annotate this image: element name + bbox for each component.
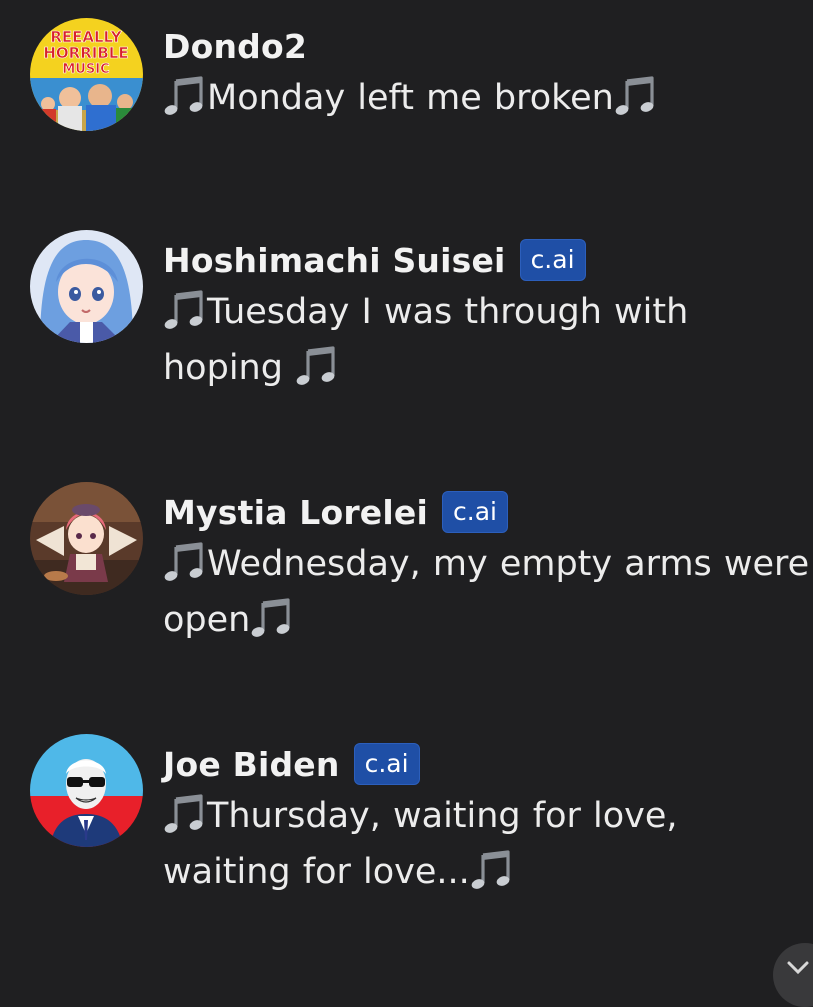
message-text-content: Tuesday I was through with hoping: [163, 292, 689, 388]
svg-text:HORRIBLE: HORRIBLE: [43, 44, 128, 62]
message-body: Dondo2 Monday left me broken: [163, 24, 813, 126]
avatar[interactable]: REEALLY HORRIBLE MUSIC: [30, 18, 143, 131]
avatar[interactable]: [30, 734, 143, 847]
svg-text:MUSIC: MUSIC: [62, 62, 109, 77]
author-row: Joe Biden c.ai: [163, 742, 813, 786]
message-text: Wednesday, my empty arms were open: [163, 536, 813, 648]
message-body: Joe Biden c.ai Thursday, waiting for lov…: [163, 742, 813, 900]
author-row: Hoshimachi Suisei c.ai: [163, 238, 813, 282]
message-text: Monday left me broken: [163, 70, 813, 126]
author-name[interactable]: Joe Biden: [163, 745, 340, 784]
musical-note-icon: [295, 346, 339, 386]
musical-note-icon: [470, 850, 514, 890]
author-row: Dondo2: [163, 24, 813, 68]
message-body: Mystia Lorelei c.ai Wednesday, my empty …: [163, 490, 813, 648]
message-text-content: Thursday, waiting for love, waiting for …: [163, 796, 678, 892]
musical-note-icon: [250, 598, 294, 638]
avatar[interactable]: [30, 482, 143, 595]
author-row: Mystia Lorelei c.ai: [163, 490, 813, 534]
anime-girl-blue-hair-avatar-icon: [30, 230, 143, 343]
cai-badge: c.ai: [519, 239, 586, 281]
musical-note-icon: [614, 76, 658, 116]
author-name[interactable]: Mystia Lorelei: [163, 493, 428, 532]
chat-message-list: REEALLY HORRIBLE MUSIC Dondo2 Monday lef…: [0, 0, 813, 983]
message-body: Hoshimachi Suisei c.ai Tuesday I was thr…: [163, 238, 813, 396]
message-text-content: Monday left me broken: [207, 78, 614, 118]
anime-bird-girl-avatar-icon: [30, 482, 143, 595]
sunglasses-man-avatar-icon: [30, 734, 143, 847]
musical-note-icon: [163, 290, 207, 330]
message-text: Thursday, waiting for love, waiting for …: [163, 788, 813, 900]
author-name[interactable]: Dondo2: [163, 27, 307, 66]
cai-badge: c.ai: [442, 491, 508, 533]
message-text: Tuesday I was through with hoping: [163, 284, 813, 396]
musical-note-icon: [163, 542, 207, 582]
musical-note-icon: [163, 794, 207, 834]
chevron-down-icon: [787, 961, 809, 975]
musical-note-icon: [163, 76, 207, 116]
cai-badge: c.ai: [353, 743, 420, 785]
author-name[interactable]: Hoshimachi Suisei: [163, 241, 506, 280]
reeally-horrible-music-avatar-icon: REEALLY HORRIBLE MUSIC: [30, 18, 143, 131]
avatar[interactable]: [30, 230, 143, 343]
